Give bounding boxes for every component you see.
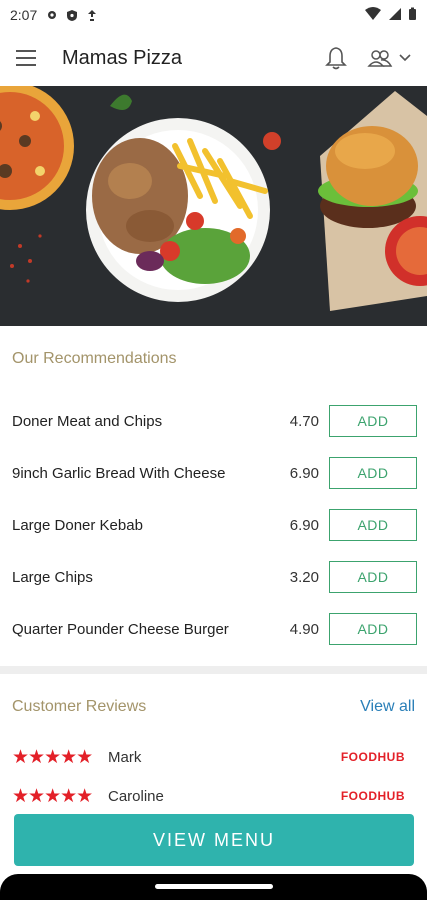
menu-item-name: Large Doner Kebab — [12, 516, 143, 534]
menu-item-row: Doner Meat and Chips 4.70 ADD — [0, 404, 427, 438]
menu-item-row: Large Doner Kebab 6.90 ADD — [0, 508, 427, 542]
notification-bell-icon[interactable] — [323, 45, 349, 71]
menu-item-price: 6.90 — [289, 516, 319, 534]
settings-icon — [45, 8, 59, 22]
menu-item-name: Doner Meat and Chips — [12, 412, 163, 430]
chevron-down-icon[interactable] — [399, 51, 411, 65]
review-row: ★★★★★ Mark FOODHUB — [0, 744, 427, 770]
foodhub-logo: FOODHUB — [340, 750, 405, 764]
app-actions — [323, 45, 411, 71]
add-button[interactable]: ADD — [329, 405, 417, 437]
hero-food-illustration — [0, 86, 427, 326]
menu-item-row: Large Chips 3.20 ADD — [0, 560, 427, 594]
menu-item-row: Quarter Pounder Cheese Burger 4.90 ADD — [0, 612, 427, 646]
menu-item-price: 6.90 — [289, 464, 319, 482]
signal-icon — [388, 7, 402, 24]
battery-icon — [408, 7, 417, 24]
account-switch-icon[interactable] — [367, 45, 393, 71]
system-nav-bar — [0, 874, 427, 900]
star-rating: ★★★★★ — [12, 785, 93, 807]
wifi-icon — [364, 6, 382, 24]
menu-item-name: 9inch Garlic Bread With Cheese — [12, 464, 226, 482]
view-menu-button[interactable]: VIEW MENU — [14, 814, 414, 866]
shield-icon — [65, 8, 79, 22]
status-time: 2:07 — [10, 7, 38, 23]
reviewer-name: Mark — [108, 748, 142, 766]
menu-item-name: Large Chips — [12, 568, 93, 586]
menu-item-name: Quarter Pounder Cheese Burger — [12, 620, 229, 638]
menu-item-price: 3.20 — [289, 568, 319, 586]
add-button[interactable]: ADD — [329, 613, 417, 645]
menu-item-price: 4.90 — [289, 620, 319, 638]
home-indicator[interactable] — [155, 884, 273, 889]
add-button[interactable]: ADD — [329, 457, 417, 489]
star-rating: ★★★★★ — [12, 746, 93, 768]
data-saver-icon — [85, 8, 99, 22]
menu-item-price: 4.70 — [289, 412, 319, 430]
hero-banner — [0, 86, 427, 326]
review-row: ★★★★★ Caroline FOODHUB — [0, 783, 427, 809]
recommendations-title: Our Recommendations — [12, 350, 177, 367]
foodhub-logo: FOODHUB — [340, 789, 405, 803]
app-bar: Mamas Pizza — [0, 30, 427, 86]
app-title: Mamas Pizza — [62, 46, 183, 69]
add-button[interactable]: ADD — [329, 509, 417, 541]
view-all-link[interactable]: View all — [360, 698, 415, 716]
menu-item-row: 9inch Garlic Bread With Cheese 6.90 ADD — [0, 456, 427, 490]
add-button[interactable]: ADD — [329, 561, 417, 593]
reviews-title: Customer Reviews — [12, 698, 147, 715]
section-divider — [0, 666, 427, 674]
menu-icon[interactable] — [16, 44, 44, 72]
reviewer-name: Caroline — [108, 787, 164, 805]
status-right — [364, 6, 417, 24]
status-bar: 2:07 — [0, 0, 427, 30]
